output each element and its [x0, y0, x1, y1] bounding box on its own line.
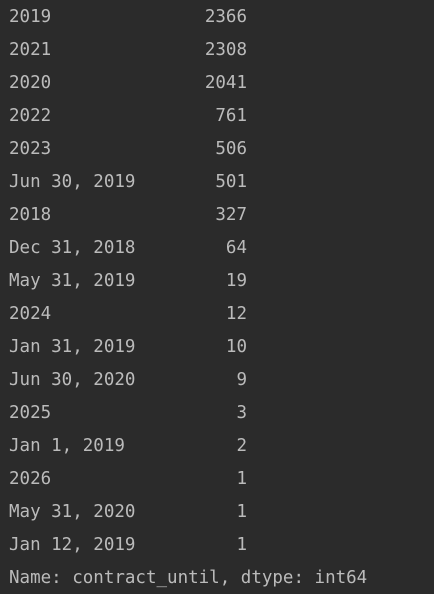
row-index: 2024 — [9, 304, 52, 324]
row-count: 2308 — [204, 40, 247, 60]
row-count: 761 — [215, 106, 247, 126]
table-row: Jan 12, 2019 1 — [0, 529, 434, 562]
table-row: 2020 2041 — [0, 67, 434, 100]
row-count: 2 — [236, 436, 247, 456]
table-row: 2024 12 — [0, 298, 434, 331]
row-count: 501 — [215, 172, 247, 192]
table-row: 2022 761 — [0, 100, 434, 133]
row-count: 327 — [215, 205, 247, 225]
table-row: Jan 1, 2019 2 — [0, 430, 434, 463]
table-row: 2019 2366 — [0, 1, 434, 34]
row-index: 2020 — [9, 73, 52, 93]
row-index: May 31, 2020 — [9, 502, 136, 522]
row-index: Jun 30, 2020 — [9, 370, 136, 390]
table-row: Jun 30, 2019 501 — [0, 166, 434, 199]
row-count: 12 — [225, 304, 247, 324]
row-count: 10 — [225, 337, 247, 357]
table-row: 2026 1 — [0, 463, 434, 496]
row-index: 2026 — [9, 469, 52, 489]
row-index: 2022 — [9, 106, 52, 126]
row-count: 2041 — [204, 73, 247, 93]
row-index: Jan 12, 2019 — [9, 535, 136, 555]
table-row: 2021 2308 — [0, 34, 434, 67]
row-index: 2021 — [9, 40, 52, 60]
row-count: 1 — [236, 535, 247, 555]
table-row: May 31, 2020 1 — [0, 496, 434, 529]
row-index: 2019 — [9, 7, 52, 27]
table-row: 2023 506 — [0, 133, 434, 166]
row-index: 2023 — [9, 139, 52, 159]
table-row: Dec 31, 2018 64 — [0, 232, 434, 265]
row-index: 2025 — [9, 403, 52, 423]
table-row: Jan 31, 2019 10 — [0, 331, 434, 364]
row-index: Jun 30, 2019 — [9, 172, 136, 192]
row-index: 2018 — [9, 205, 52, 225]
row-count: 9 — [236, 370, 247, 390]
series-footer: Name: contract_until, dtype: int64 — [9, 568, 368, 588]
row-count: 1 — [236, 469, 247, 489]
console-output: 2019 2366 2021 2308 2020 2041 2022 761 2… — [0, 0, 434, 594]
row-index: May 31, 2019 — [9, 271, 136, 291]
row-count: 3 — [236, 403, 247, 423]
row-count: 19 — [225, 271, 247, 291]
row-index: Jan 31, 2019 — [9, 337, 136, 357]
row-index: Jan 1, 2019 — [9, 436, 125, 456]
row-count: 1 — [236, 502, 247, 522]
row-index: Dec 31, 2018 — [9, 238, 136, 258]
table-row: Jun 30, 2020 9 — [0, 364, 434, 397]
table-row: 2018 327 — [0, 199, 434, 232]
table-row: 2025 3 — [0, 397, 434, 430]
row-count: 506 — [215, 139, 247, 159]
table-row: May 31, 2019 19 — [0, 265, 434, 298]
row-count: 64 — [225, 238, 247, 258]
row-count: 2366 — [204, 7, 247, 27]
